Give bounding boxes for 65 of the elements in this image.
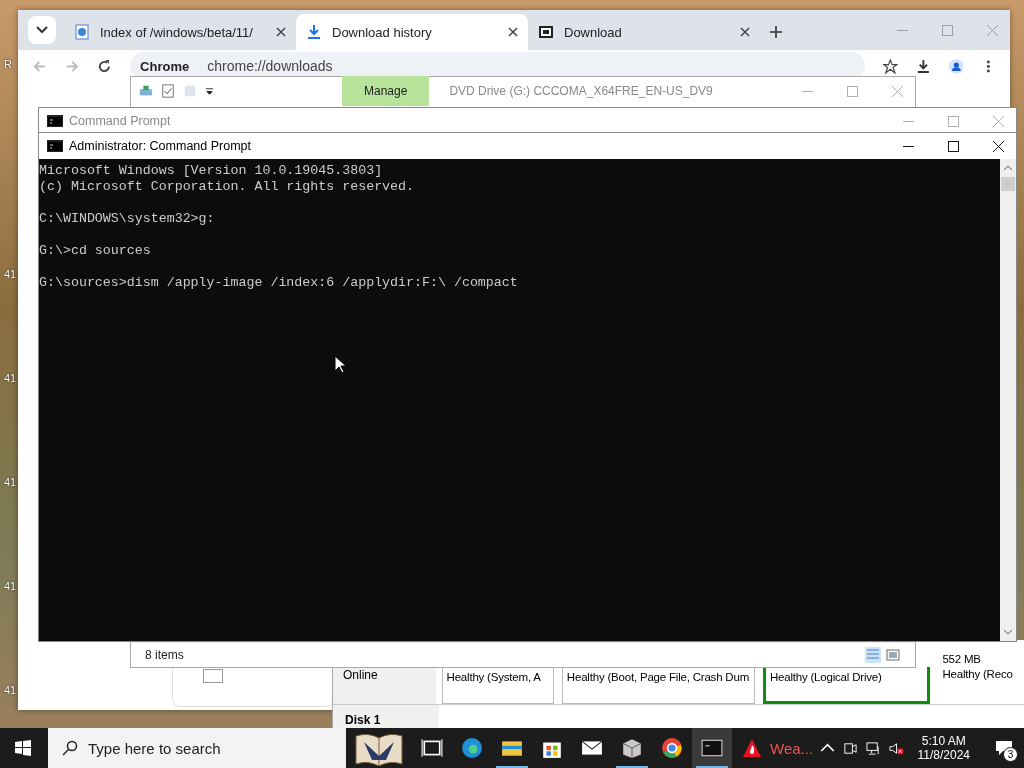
close-tab-icon[interactable]	[276, 27, 286, 37]
taskbar-app[interactable]	[692, 728, 732, 768]
desktop-icon-label: 41	[4, 476, 17, 488]
windows-start-icon[interactable]	[15, 740, 31, 756]
download-icon[interactable]	[915, 58, 931, 74]
search-icon	[62, 740, 78, 756]
close-tab-icon[interactable]	[740, 27, 750, 37]
caret-icon	[36, 26, 48, 34]
thumbnail-view-icon[interactable]	[885, 647, 901, 663]
notification-badge: 3	[1003, 747, 1018, 762]
clock-time[interactable]: 5:10 AM	[921, 734, 966, 748]
item-count: 8 items	[145, 648, 184, 662]
properties-icon[interactable]	[161, 84, 175, 98]
scroll-down-icon[interactable]	[1003, 629, 1013, 635]
dropdown-icon[interactable]	[205, 86, 214, 96]
console-line: C:\WINDOWS\system32>g:	[39, 211, 215, 227]
window-title: Command Prompt	[69, 114, 171, 128]
browser-tab[interactable]: Index of /windows/beta/11/	[64, 14, 296, 50]
scrollbar[interactable]	[1000, 159, 1016, 641]
chrome-icon	[661, 737, 683, 759]
site-chip[interactable]: Chrome	[140, 58, 190, 74]
search-field[interactable]: Type here to search	[48, 728, 346, 768]
archive-icon	[538, 24, 554, 40]
mouse-pointer-icon	[334, 355, 346, 374]
scroll-thumb[interactable]	[1001, 177, 1015, 191]
reload-icon[interactable]	[97, 58, 113, 74]
maximize-icon[interactable]	[948, 140, 959, 152]
manage-tab[interactable]: Manage	[342, 76, 430, 106]
desktop-icon-label: 41	[4, 580, 17, 592]
console-icon	[701, 737, 723, 759]
desktop-icon-label: 41	[4, 372, 17, 384]
close-tab-icon[interactable]	[508, 27, 518, 37]
window-title: DVD Drive (G:) CCCOMA_X64FRE_EN-US_DV9	[448, 84, 713, 98]
box-icon	[621, 737, 643, 759]
checkbox[interactable]	[203, 669, 223, 683]
browser-icon	[461, 737, 483, 759]
profile-icon[interactable]	[948, 58, 964, 74]
browser-tab[interactable]: Download history	[296, 14, 528, 50]
browser-tab[interactable]: Download	[528, 14, 760, 50]
desktop-icon-label: 41	[4, 268, 17, 280]
address-field[interactable]: chrome://downloads	[207, 58, 333, 74]
drive-icon	[139, 84, 153, 98]
console-icon	[47, 115, 63, 127]
desktop-icon-label: 41	[4, 684, 17, 696]
window-title: Administrator: Command Prompt	[69, 139, 251, 153]
close-icon[interactable]	[993, 140, 1004, 152]
task-view-icon	[421, 737, 443, 759]
console-line: Microsoft Windows [Version 10.0.19045.3803]	[39, 163, 383, 179]
clock-date[interactable]: 11/8/2024	[917, 748, 970, 762]
star-icon[interactable]	[883, 58, 898, 74]
console-icon	[47, 140, 63, 152]
download-icon	[306, 24, 322, 40]
tab-search-button[interactable]	[28, 16, 56, 44]
console-line: (c) Microsoft Corporation. All rights reserved.	[39, 179, 415, 195]
page-icon	[74, 24, 90, 40]
desktop-icon-label: R	[4, 58, 12, 70]
console-line: G:\sources>dism /apply-image /index:6 /applydir:F:\ /compact	[39, 275, 518, 291]
console-line: G:\>cd sources	[39, 243, 151, 259]
partition-block[interactable]: 552 MB Healthy (Reco	[938, 648, 1024, 704]
scroll-up-icon[interactable]	[1003, 165, 1013, 171]
network-icon[interactable]	[865, 740, 881, 756]
muted-speaker-icon[interactable]	[888, 740, 904, 756]
new-tab-icon[interactable]	[770, 26, 782, 38]
weather-alert-icon[interactable]	[742, 738, 762, 758]
weather-text[interactable]: Wea...	[770, 739, 814, 757]
